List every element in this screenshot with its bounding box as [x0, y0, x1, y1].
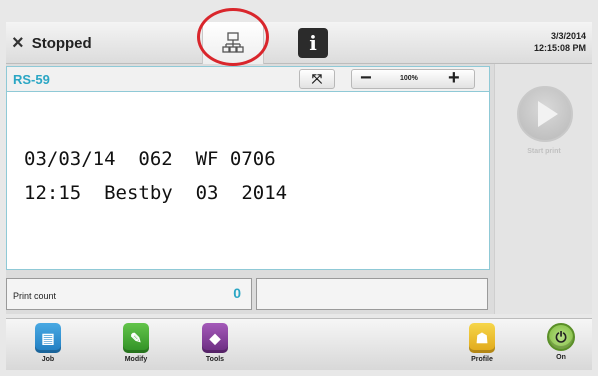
- start-print-button[interactable]: [517, 86, 573, 142]
- date-time: 3/3/2014 12:15:08 PM: [534, 30, 586, 54]
- bottom-nav: ▤ Job ✎ Modify ◆ Tools ☗ Profile ⏻ On: [6, 318, 592, 370]
- power-icon: ⏻: [547, 323, 575, 351]
- tab-network[interactable]: [202, 22, 264, 64]
- message-toolbar: RS-59 ⤧ − 100% +: [6, 66, 490, 92]
- nav-tools-label: Tools: [205, 356, 225, 363]
- message-line-1: 03/03/14 062 WF 0706: [24, 148, 276, 170]
- print-count-label: Print count: [13, 291, 57, 301]
- move-button[interactable]: ⤧: [299, 69, 335, 89]
- network-icon: [222, 32, 244, 53]
- secondary-count-panel[interactable]: [256, 278, 488, 310]
- printer-status[interactable]: × Stopped: [12, 30, 92, 56]
- print-count-value: 0: [233, 285, 241, 301]
- date: 3/3/2014: [550, 31, 586, 41]
- nav-profile-button[interactable]: ☗ Profile: [457, 323, 507, 369]
- stopped-icon: ×: [12, 32, 24, 54]
- info-icon: i: [309, 31, 317, 55]
- zoom-in-button[interactable]: +: [448, 67, 460, 90]
- right-panel: Start print: [494, 64, 592, 314]
- nav-modify-button[interactable]: ✎ Modify: [111, 323, 161, 369]
- play-icon: [538, 101, 558, 127]
- profile-icon: ☗: [469, 323, 495, 353]
- status-text: Stopped: [31, 34, 92, 52]
- zoom-control: − 100% +: [351, 67, 475, 90]
- nav-job-label: Job: [41, 356, 55, 363]
- time: 12:15:08 PM: [533, 43, 586, 53]
- app-window: × Stopped i 3/3/2014 12:15:08 PM RS-59 ⤧…: [0, 0, 598, 376]
- message-name[interactable]: RS-59: [13, 72, 50, 87]
- nav-on-button[interactable]: ⏻ On: [536, 323, 586, 369]
- move-icon: ⤧: [311, 71, 323, 86]
- zoom-level: 100%: [400, 75, 418, 82]
- top-bar: × Stopped i 3/3/2014 12:15:08 PM: [6, 22, 592, 64]
- nav-modify-label: Modify: [124, 356, 148, 363]
- message-canvas[interactable]: [6, 92, 490, 270]
- message-line-2: 12:15 Bestby 03 2014: [24, 182, 288, 204]
- nav-on-label: On: [556, 354, 566, 361]
- tools-icon: ◆: [202, 323, 228, 353]
- pencil-icon: ✎: [123, 323, 149, 353]
- job-icon: ▤: [35, 323, 61, 353]
- start-print-label: Start print: [527, 148, 561, 155]
- tab-info[interactable]: i: [298, 28, 328, 58]
- print-count-panel[interactable]: Print count 0: [6, 278, 252, 310]
- nav-tools-button[interactable]: ◆ Tools: [190, 323, 240, 369]
- nav-job-button[interactable]: ▤ Job: [23, 323, 73, 369]
- zoom-out-button[interactable]: −: [360, 67, 372, 90]
- nav-profile-label: Profile: [471, 356, 493, 363]
